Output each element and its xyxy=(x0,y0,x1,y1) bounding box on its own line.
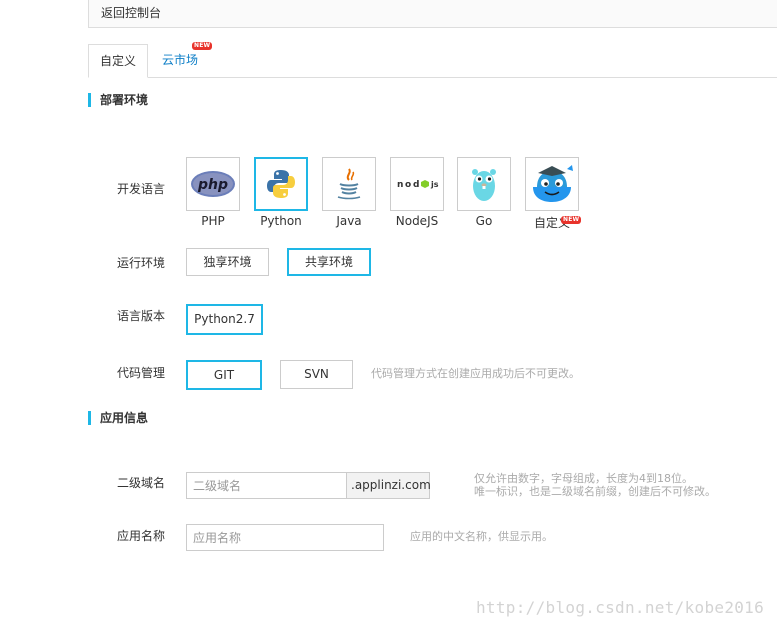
code-option-git[interactable]: GIT xyxy=(186,360,262,390)
lang-tile xyxy=(525,157,579,211)
lang-label: PHP xyxy=(201,214,225,228)
runtime-option-dedicated[interactable]: 独享环境 xyxy=(186,248,269,276)
app-create-page: 返回控制台 自定义 云市场 NEW 部署环境 开发语言 php PHP Pyth… xyxy=(0,0,777,629)
tab-cloud-market-label: 云市场 xyxy=(162,53,199,67)
dev-language-label: 开发语言 xyxy=(117,182,166,196)
go-gopher-icon xyxy=(472,169,496,201)
app-name-hint: 应用的中文名称，供显示用。 xyxy=(410,530,553,543)
svg-text:o: o xyxy=(405,180,411,190)
lang-label: Java xyxy=(336,214,362,228)
section-title-deploy-env: 部署环境 xyxy=(88,93,148,107)
lang-tile xyxy=(322,157,376,211)
subdomain-label: 二级域名 xyxy=(117,476,166,490)
lang-tile xyxy=(254,157,308,211)
new-badge: NEW xyxy=(561,216,582,224)
lang-option-go[interactable]: Go xyxy=(456,157,512,228)
lang-option-python[interactable]: Python xyxy=(253,157,309,228)
php-icon: php xyxy=(191,171,235,197)
section-title-app-info: 应用信息 xyxy=(88,411,148,425)
lang-option-php[interactable]: php PHP xyxy=(185,157,241,228)
lang-option-custom[interactable]: 自定义 NEW xyxy=(524,157,582,231)
subdomain-suffix: .applinzi.com xyxy=(347,472,431,499)
new-badge: NEW xyxy=(192,42,213,50)
svg-text:d: d xyxy=(413,180,419,190)
lang-label: Go xyxy=(475,214,493,228)
code-mgmt-label: 代码管理 xyxy=(117,366,166,380)
lang-tile: php xyxy=(186,157,240,211)
app-name-input[interactable] xyxy=(186,524,384,551)
code-mgmt-hint: 代码管理方式在创建应用成功后不可更改。 xyxy=(371,367,580,380)
python-icon xyxy=(267,170,295,198)
docker-whale-icon xyxy=(533,165,573,202)
subdomain-hint-2: 唯一标识，也是二级域名前缀，创建后不可修改。 xyxy=(474,485,716,498)
java-icon xyxy=(337,168,361,200)
subdomain-input[interactable] xyxy=(186,472,347,499)
lang-label: Python xyxy=(260,214,302,228)
app-name-label: 应用名称 xyxy=(117,529,166,543)
lang-label: NodeJS xyxy=(395,214,439,228)
lang-tile: n o d js xyxy=(390,157,444,211)
lang-label-wrap: 自定义 NEW xyxy=(524,214,582,231)
tab-bar: 自定义 云市场 NEW xyxy=(88,42,777,78)
runtime-option-shared[interactable]: 共享环境 xyxy=(287,248,371,276)
version-option-python27[interactable]: Python2.7 xyxy=(186,304,263,335)
lang-version-label: 语言版本 xyxy=(117,309,166,323)
nodejs-icon: n o d js xyxy=(397,180,439,190)
subdomain-hint-1: 仅允许由数字，字母组成，长度为4到18位。 xyxy=(474,472,693,485)
lang-option-java[interactable]: Java xyxy=(321,157,377,228)
runtime-env-label: 运行环境 xyxy=(117,256,166,270)
svg-text:js: js xyxy=(430,180,439,189)
lang-tile xyxy=(457,157,511,211)
back-to-console-link[interactable]: 返回控制台 xyxy=(88,0,777,28)
svg-text:php: php xyxy=(197,177,228,193)
svg-text:n: n xyxy=(397,180,403,190)
watermark: http://blog.csdn.net/kobe2016 xyxy=(476,598,765,617)
tab-custom[interactable]: 自定义 xyxy=(88,44,148,78)
code-option-svn[interactable]: SVN xyxy=(280,360,353,389)
lang-option-nodejs[interactable]: n o d js NodeJS xyxy=(389,157,445,228)
